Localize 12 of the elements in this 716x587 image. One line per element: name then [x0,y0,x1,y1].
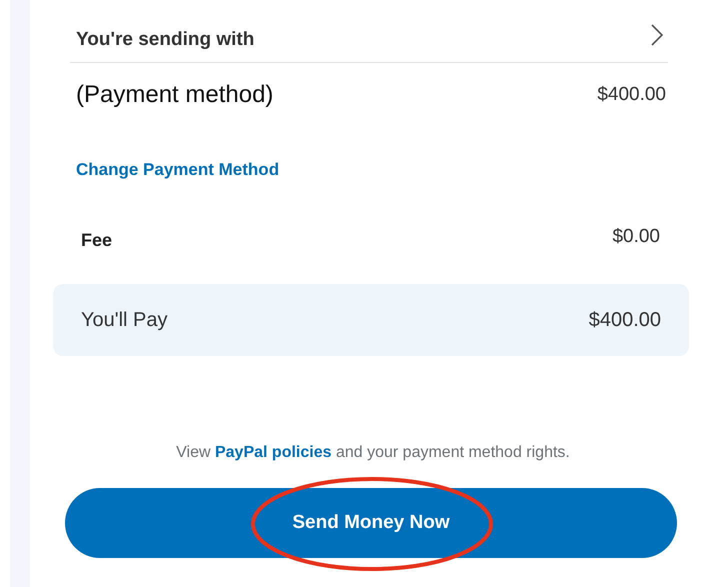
total-amount: $400.00 [588,308,661,333]
fee-amount: $0.00 [612,225,660,250]
send-money-button[interactable]: Send Money Now [65,488,677,558]
fee-label: Fee [81,229,112,252]
total-label: You'll Pay [81,308,168,333]
payment-method: (Payment method) [76,80,274,110]
policy-link[interactable]: PayPal policies [214,444,332,461]
payment-amount: $400.00 [597,82,666,107]
policy-text: View PayPal policies and your payment method rights. [175,443,571,463]
change-payment-link[interactable]: Change Payment Method [76,160,280,179]
chevron-right-icon[interactable] [650,23,664,47]
section-title: You're sending with [76,28,254,52]
